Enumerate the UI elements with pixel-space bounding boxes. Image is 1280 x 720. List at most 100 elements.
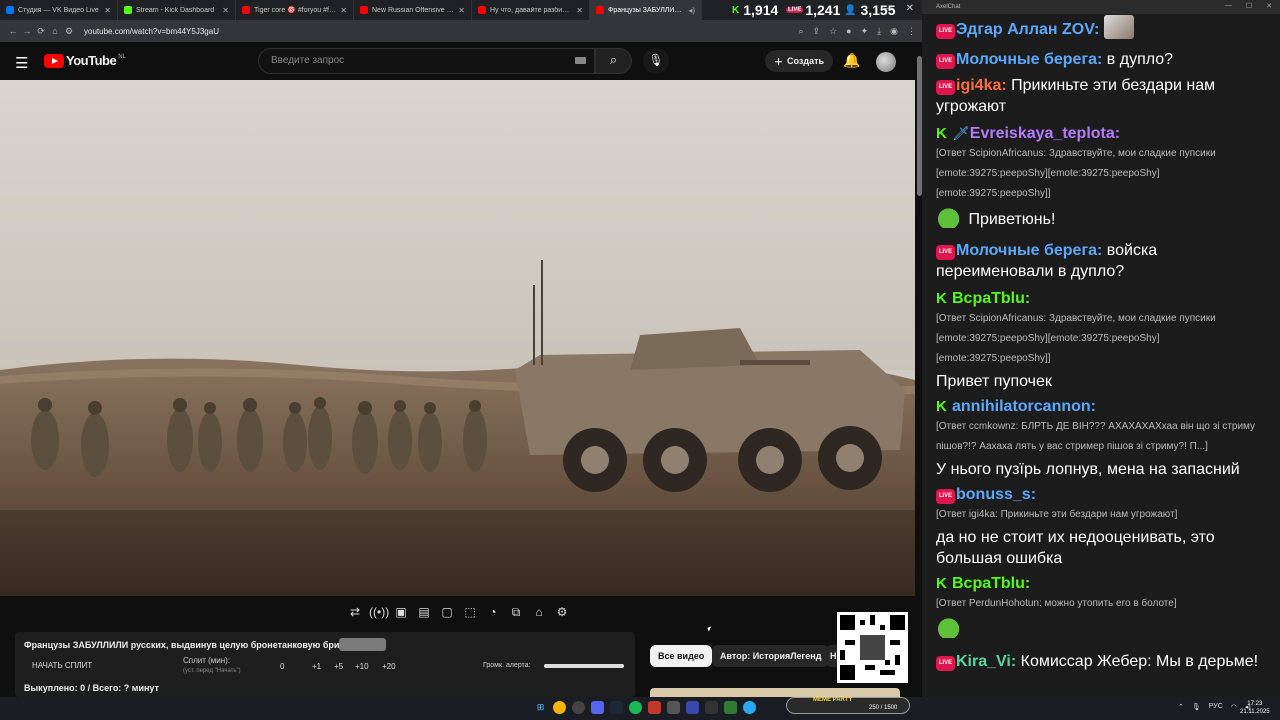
chat-window-controls: — ☐ ✕ — [1225, 2, 1272, 10]
split-add-5-button[interactable]: +5 — [334, 662, 343, 671]
chip-author[interactable]: Автор: ИсторияЛегенд — [712, 645, 830, 667]
youtube-header: ☰ YouTube NL Введите запрос ⌕ 🎙 ＋ Создать… — [0, 42, 922, 80]
window-icon[interactable] — [724, 701, 737, 714]
url-field[interactable]: youtube.com/watch?v=bm44Y5J3gaU — [84, 27, 799, 36]
tab-razbiratsya[interactable]: Ну что, давайте разбираться✕ — [472, 0, 590, 20]
vk-live-badge: LIVE — [936, 80, 955, 95]
steam-icon[interactable] — [610, 701, 623, 714]
vk-live-icon: LIVE — [786, 7, 804, 13]
tab-russian-offensive[interactable]: New Russian Offensive STEAMR ✕ — [354, 0, 472, 20]
spotify-icon[interactable] — [629, 701, 642, 714]
language-indicator[interactable]: РУС — [1209, 703, 1223, 711]
zoom-icon[interactable]: ⌕ — [799, 26, 804, 37]
bought-counter: Выкуплено: 0 / Всего: ? минут — [24, 683, 159, 693]
create-button[interactable]: ＋ Создать — [765, 50, 833, 72]
home-icon[interactable]: ⌂ — [48, 26, 62, 36]
video-thumbnail[interactable] — [650, 688, 900, 697]
chat-message: K 🗡Evreiskaya_teplota: [Ответ ScipionAfri… — [936, 123, 1272, 230]
profile-icon[interactable]: ◉ — [890, 26, 898, 37]
chat-text: Привет пупочек — [936, 373, 1052, 390]
start-split-button[interactable]: НАЧАТЬ СПЛИТ — [32, 661, 92, 670]
wifi-icon[interactable]: ◠ — [1231, 703, 1237, 711]
terminal-icon[interactable] — [705, 701, 718, 714]
vk-live-badge: LIVE — [936, 489, 955, 504]
avatar[interactable] — [876, 52, 896, 72]
close-icon[interactable]: ✕ — [906, 3, 914, 14]
alert-volume-slider[interactable] — [544, 664, 624, 668]
close-icon[interactable]: ✕ — [222, 6, 229, 15]
keyboard-icon[interactable] — [575, 57, 586, 64]
kick-icon: K — [936, 290, 947, 307]
hamburger-icon[interactable]: ☰ — [15, 54, 28, 72]
screen-icon[interactable]: ▣ — [392, 604, 410, 620]
fullscreen-icon[interactable]: ⬚ — [461, 604, 479, 620]
tab-french-video[interactable]: Французы ЗАБУЛЛИЛИ ру◂) — [590, 0, 702, 20]
close-icon[interactable]: ✕ — [576, 6, 583, 15]
reload-icon[interactable]: ⟳ — [34, 26, 48, 37]
pip-icon[interactable]: ⧉ — [507, 604, 525, 620]
tab-label: Stream - Kick Dashboard — [136, 6, 215, 14]
forward-icon[interactable]: → — [20, 26, 34, 36]
windows-start-icon[interactable]: ⊞ — [534, 701, 547, 714]
video-player[interactable] — [0, 80, 915, 596]
close-icon[interactable]: ✕ — [1266, 2, 1272, 10]
close-icon[interactable]: ✕ — [458, 6, 465, 15]
speaker-icon[interactable]: ◂) — [688, 6, 695, 15]
tab-tiger-core[interactable]: Tiger core 🎯 #foryou #funny # ✕ — [236, 0, 354, 20]
loop-icon[interactable]: ⇄ — [346, 604, 364, 620]
obs-icon[interactable] — [572, 701, 585, 714]
star-icon[interactable]: ☆ — [829, 26, 837, 37]
split-add-10-button[interactable]: +10 — [355, 662, 369, 671]
menu-icon[interactable]: ⋮ — [907, 26, 916, 37]
media-icon[interactable] — [686, 701, 699, 714]
download-icon[interactable]: ⤓ — [877, 26, 881, 37]
clapper-icon[interactable]: ▤ — [415, 604, 433, 620]
chat-reply: [Ответ ccmkownz: БЛРТЬ ДЕ ВІН??? АХАХАХА… — [936, 421, 1256, 452]
tab-kick-dashboard[interactable]: Stream - Kick Dashboard ✕ — [118, 0, 236, 20]
chat-line: Приветюнь! — [936, 208, 1272, 230]
tab-vk-studio[interactable]: Студия — VK Видео Live ✕ — [0, 0, 118, 20]
chevron-up-icon[interactable]: ⌃ — [1178, 703, 1184, 711]
telegram-icon[interactable] — [743, 701, 756, 714]
kick-icon: K — [936, 125, 947, 142]
search-input[interactable]: Введите запрос — [258, 48, 595, 74]
chat-nick: ВсраТblu: — [952, 290, 1031, 307]
minimize-icon[interactable]: — — [1225, 2, 1232, 10]
minimize-icon[interactable]: — — [884, 3, 894, 14]
close-icon[interactable]: ✕ — [104, 6, 111, 15]
chat-reply: [Ответ ScipionAfricanus: Здравствуйте, м… — [936, 313, 1216, 364]
app-icon[interactable] — [648, 701, 661, 714]
frame-icon[interactable]: ▢ — [438, 604, 456, 620]
camera-icon[interactable]: ⌂ — [530, 604, 548, 620]
split-hint: (уст. перед "Начать") — [183, 668, 241, 674]
discord-icon[interactable] — [591, 701, 604, 714]
close-icon[interactable]: ✕ — [340, 6, 347, 15]
mic-icon[interactable]: 🎙 — [1192, 703, 1201, 711]
share-icon[interactable]: ⇪ — [813, 26, 821, 37]
youtube-logo[interactable]: YouTube NL — [44, 53, 126, 68]
meme-title: MEME PARTY — [813, 697, 853, 703]
meme-party-widget[interactable]: MEME PARTY 250 / 1500 — [786, 697, 910, 714]
kick-icon: K — [936, 398, 947, 415]
clock[interactable]: 17:23 21.11.2025 — [1240, 700, 1270, 716]
speed-icon[interactable]: ◔ — [484, 604, 502, 620]
extension-toolbar: ⇄ ((•)) ▣ ▤ ▢ ⬚ ◔ ⧉ ⌂ ⚙ — [346, 604, 571, 620]
site-info-icon[interactable]: ⚙ — [62, 26, 76, 37]
maximize-icon[interactable]: ☐ — [1246, 2, 1252, 10]
mic-button[interactable]: 🎙 — [643, 48, 669, 74]
youtube-icon — [242, 6, 250, 14]
chip-all-videos[interactable]: Все видео — [650, 645, 713, 667]
search-button[interactable]: ⌕ — [595, 48, 632, 74]
split-add-1-button[interactable]: +1 — [312, 662, 321, 671]
extension-icon[interactable]: ● — [846, 26, 851, 37]
split-add-20-button[interactable]: +20 — [382, 662, 396, 671]
chrome-icon[interactable] — [553, 701, 566, 714]
create-label: Создать — [787, 56, 825, 66]
broadcast-icon[interactable]: ((•)) — [369, 604, 389, 620]
alert-volume-label: Громк. алерта: — [483, 662, 531, 669]
gamepad-icon[interactable] — [667, 701, 680, 714]
back-icon[interactable]: ← — [6, 26, 20, 36]
bell-icon[interactable]: 🔔 — [843, 52, 860, 69]
puzzle-icon[interactable]: ✦ — [861, 26, 869, 37]
gear-icon[interactable]: ⚙ — [553, 604, 571, 620]
